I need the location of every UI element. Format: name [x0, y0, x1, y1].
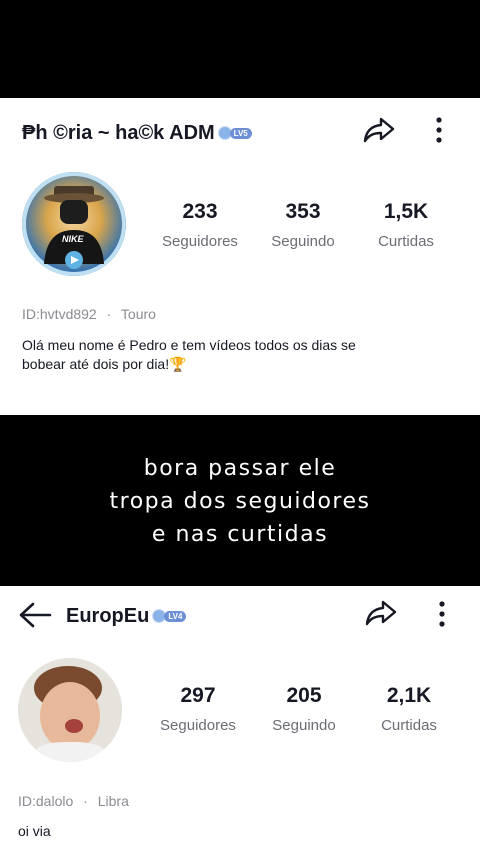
id-line-2: ID:dalolo · Libra: [18, 793, 129, 809]
caption-line-2: tropa dos seguidores: [109, 489, 371, 514]
bio-line-2: bobear até dois por dia!🏆: [22, 356, 187, 372]
zodiac-sign-2: Libra: [97, 793, 129, 809]
user-id: ID:hvtvd892: [22, 306, 97, 322]
username: ₱h ©ria ~ ha©k ADM: [22, 121, 215, 144]
stat-likes-value: 1,5K: [383, 200, 429, 223]
avatar[interactable]: NIKE: [22, 172, 126, 276]
stat-following[interactable]: 353 Seguindo: [253, 200, 353, 250]
stat-followers-value-2: 297: [180, 684, 216, 707]
stat-likes-label: Curtidas: [378, 233, 434, 250]
level-label-2: LV4: [164, 610, 187, 622]
bio-line-1: Olá meu nome é Pedro e tem vídeos todos …: [22, 337, 356, 353]
stat-following-label: Seguindo: [271, 233, 335, 250]
stat-likes-2[interactable]: 2,1K Curtidas: [359, 684, 459, 734]
share-icon-2[interactable]: [364, 598, 398, 628]
avatar-2[interactable]: [18, 658, 122, 762]
stat-followers-label: Seguidores: [162, 233, 238, 250]
stat-followers-2[interactable]: 297 Seguidores: [148, 684, 248, 734]
separator-2: ·: [83, 793, 88, 809]
level-badge: LV5: [217, 126, 252, 140]
level-label: LV5: [229, 127, 252, 139]
more-options-icon-2[interactable]: [437, 600, 447, 630]
profile-header-2: EuropEu LV4: [66, 603, 187, 629]
avatar-shirt-text: NIKE: [62, 234, 84, 244]
zodiac-sign: Touro: [120, 306, 156, 322]
stat-following-value: 353: [285, 200, 321, 223]
back-arrow-icon[interactable]: [18, 600, 52, 630]
more-options-icon[interactable]: [434, 116, 444, 146]
stat-followers-value: 233: [182, 200, 218, 223]
profile-header: ₱h ©ria ~ ha©k ADM LV5: [22, 120, 252, 146]
video-caption: bora passar ele tropa dos seguidores e n…: [0, 452, 480, 551]
separator: ·: [106, 306, 112, 322]
stat-following-label-2: Seguindo: [272, 717, 336, 734]
stat-followers-label-2: Seguidores: [160, 717, 236, 734]
profile-panel-1: ₱h ©ria ~ ha©k ADM LV5 NIKE 233 Seguidor…: [0, 98, 480, 415]
caption-line-1: bora passar ele: [143, 456, 337, 481]
user-id-2: ID:dalolo: [18, 793, 74, 809]
bio: Olá meu nome é Pedro e tem vídeos todos …: [22, 336, 356, 374]
stat-likes-label-2: Curtidas: [381, 717, 437, 734]
stat-followers[interactable]: 233 Seguidores: [150, 200, 250, 250]
stat-following-value-2: 205: [286, 684, 322, 707]
stat-likes-value-2: 2,1K: [386, 684, 432, 707]
stat-following-2[interactable]: 205 Seguindo: [254, 684, 354, 734]
profile-panel-2: EuropEu LV4 297 Seguidores 205 Seguindo …: [0, 586, 480, 854]
level-badge-2: LV4: [152, 609, 187, 623]
caption-line-3: e nas curtidas: [151, 522, 329, 547]
id-line: ID:hvtvd892 · Touro: [22, 306, 156, 322]
stat-likes[interactable]: 1,5K Curtidas: [356, 200, 456, 250]
bio-2: oi via: [18, 823, 51, 839]
share-icon[interactable]: [362, 115, 396, 145]
username-2: EuropEu: [66, 604, 150, 627]
